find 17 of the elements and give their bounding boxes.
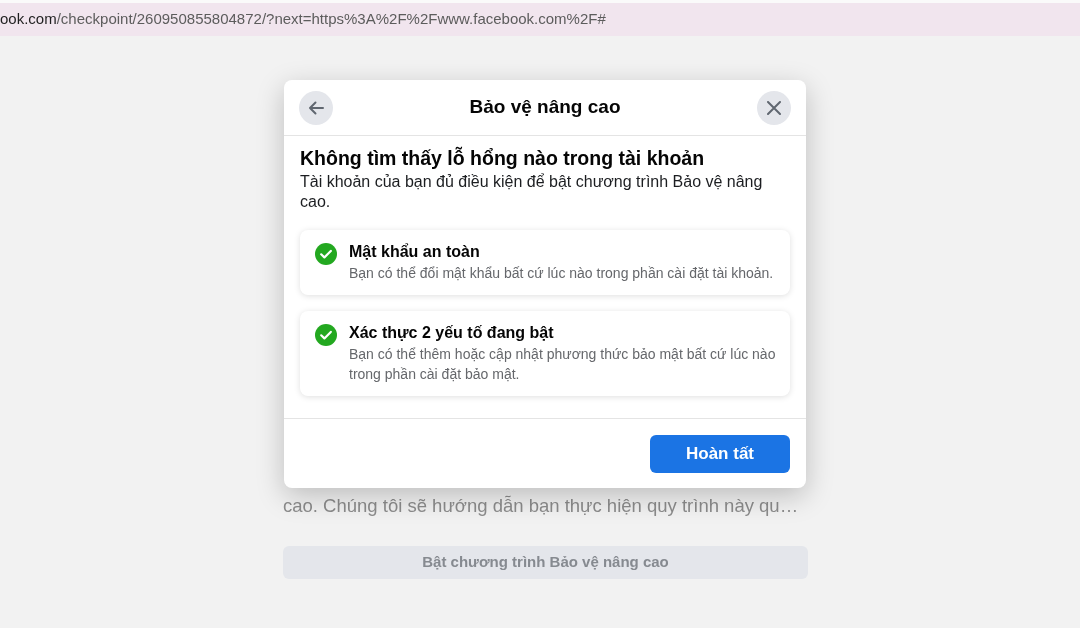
url-path: /checkpoint/260950855804872/?next=https%3A%2F%2Fwww.facebook.com%2F# <box>56 9 606 30</box>
background-text: cao. Chúng tôi sẽ hướng dẫn bạn thực hiện quy trình này qu… <box>283 494 800 518</box>
dialog-heading: Không tìm thấy lỗ hổng nào trong tài khoản <box>300 146 706 170</box>
dialog-description: Tài khoản của bạn đủ điều kiện để bật chương trình Bảo vệ nâng cao. <box>300 172 764 212</box>
dialog-title: Bảo vệ nâng cao <box>469 95 621 120</box>
close-icon <box>767 100 781 115</box>
check-description: Bạn có thể thêm hoặc cập nhật phương thức bảo mật bất cứ lúc nào trong phần cài đặt bảo mật. <box>349 345 777 384</box>
address-bar[interactable]: ook.com/checkpoint/260950855804872/?next=https%3A%2F%2Fwww.facebook.com%2F# <box>0 3 1080 36</box>
check-title: Xác thực 2 yếu tố đang bật <box>349 323 555 343</box>
check-title: Mật khẩu an toàn <box>349 242 481 262</box>
back-button[interactable] <box>299 90 333 125</box>
check-description: Bạn có thể đổi mật khẩu bất cứ lúc nào trong phần cài đặt tài khoản. <box>349 264 774 283</box>
done-button[interactable]: Hoàn tất <box>650 434 790 473</box>
close-button[interactable] <box>757 90 791 125</box>
enable-protection-button[interactable]: Bật chương trình Bảo vệ nâng cao <box>283 546 808 579</box>
arrow-left-icon <box>308 100 324 115</box>
url-host: ook.com <box>0 9 57 30</box>
